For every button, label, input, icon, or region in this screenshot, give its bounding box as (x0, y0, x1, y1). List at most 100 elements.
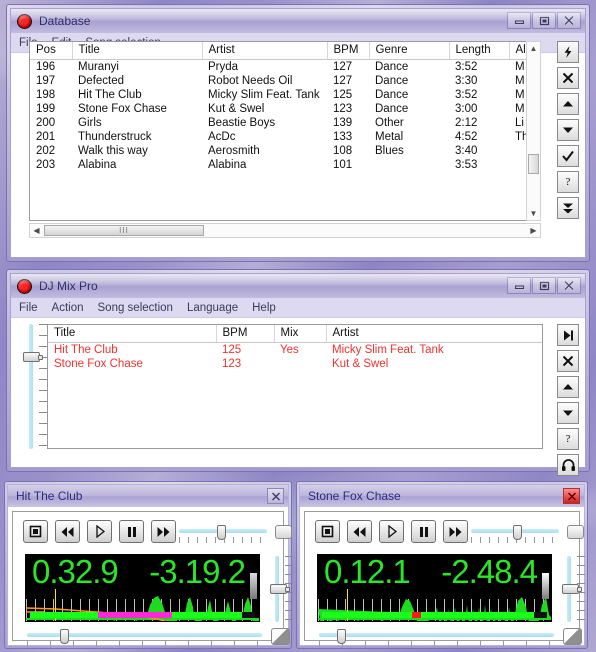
player1-transport[interactable] (23, 520, 176, 543)
scroll-up-icon[interactable]: ▲ (527, 42, 540, 55)
player2-titlebar[interactable]: Stone Fox Chase (300, 485, 584, 507)
scrollbar-thumb[interactable] (528, 154, 539, 174)
scroll-down-icon[interactable]: ▼ (527, 207, 540, 220)
player1-loop-button[interactable] (271, 628, 290, 645)
play-button[interactable] (379, 520, 404, 543)
table-row[interactable]: Hit The Club 125 Yes Micky Slim Feat. Ta… (48, 343, 542, 358)
scroll-left-icon[interactable]: ◀ (30, 224, 43, 237)
player1-pitch-slider[interactable] (179, 524, 267, 544)
arrow-down-icon[interactable] (557, 119, 579, 141)
player2-transport[interactable] (315, 520, 468, 543)
slider-thumb[interactable] (23, 352, 43, 362)
table-row[interactable]: 200 Girls Beastie Boys 139 Other 2:12 Li (30, 116, 540, 130)
waveform-scroll-nub[interactable] (250, 573, 257, 599)
mix-menubar[interactable]: File Action Song selection Language Help (11, 298, 585, 318)
database-window[interactable]: Database File Edit Song selection (6, 4, 590, 262)
menu-file[interactable]: File (19, 302, 38, 314)
stop-button[interactable] (23, 520, 48, 543)
col-bpm[interactable]: BPM (216, 325, 275, 343)
fast-forward-button[interactable] (151, 520, 176, 543)
table-row[interactable]: 203 Alabina Alabina 101 3:53 (30, 158, 540, 172)
table-row[interactable]: Stone Fox Chase 123 Kut & Swel (48, 357, 542, 371)
close-button[interactable] (557, 277, 581, 294)
close-x-icon[interactable] (557, 67, 579, 89)
pause-button[interactable] (119, 520, 144, 543)
close-x-icon[interactable] (557, 350, 579, 372)
fast-forward-button[interactable] (443, 520, 468, 543)
player2-pitch-slider[interactable] (471, 524, 559, 544)
player1-progress-bar[interactable] (30, 612, 255, 618)
slider-thumb[interactable] (337, 629, 346, 644)
col-bpm[interactable]: BPM (327, 42, 370, 60)
database-toolbar[interactable]: ? (557, 41, 579, 219)
close-button[interactable] (557, 12, 581, 29)
mix-caption-buttons[interactable] (507, 277, 581, 294)
close-button[interactable] (563, 488, 580, 504)
stop-button[interactable] (315, 520, 340, 543)
database-caption-buttons[interactable] (507, 12, 581, 29)
scroll-right-icon[interactable]: ▶ (527, 224, 540, 237)
question-icon[interactable]: ? (557, 428, 579, 450)
pause-button[interactable] (411, 520, 436, 543)
mix-crossfade-slider[interactable] (23, 324, 47, 449)
close-button[interactable] (267, 488, 284, 504)
minimize-button[interactable] (507, 12, 531, 29)
player2-position-slider[interactable] (319, 628, 554, 648)
headphones-icon[interactable] (557, 454, 579, 476)
col-artist[interactable]: Artist (202, 42, 328, 60)
player-window-2[interactable]: Stone Fox Chase 0.12.1 -2.48.4 (296, 481, 588, 649)
rewind-button[interactable] (347, 520, 372, 543)
col-artist[interactable]: Artist (326, 325, 542, 343)
slider-thumb[interactable] (217, 525, 226, 540)
database-titlebar[interactable]: Database (11, 9, 585, 33)
question-icon[interactable]: ? (557, 171, 579, 193)
col-length[interactable]: Length (449, 42, 510, 60)
database-table[interactable]: Pos Title Artist BPM Genre Length Al 196… (29, 41, 541, 221)
player1-titlebar[interactable]: Hit The Club (8, 485, 288, 507)
waveform-scroll-nub[interactable] (542, 573, 549, 599)
skip-next-icon[interactable] (557, 324, 579, 346)
database-vertical-scrollbar[interactable]: ▲ ▼ (526, 41, 541, 221)
arrow-up-icon[interactable] (557, 93, 579, 115)
player2-volume-slider[interactable] (559, 556, 585, 622)
menu-help[interactable]: Help (252, 302, 276, 314)
player1-position-slider[interactable] (27, 628, 262, 648)
player2-loop-button[interactable] (563, 628, 582, 645)
mix-titlebar[interactable]: DJ Mix Pro (11, 274, 585, 298)
maximize-button[interactable] (532, 277, 556, 294)
slider-thumb[interactable] (562, 584, 582, 594)
player2-progress-bar[interactable] (322, 612, 547, 618)
slider-thumb[interactable] (60, 629, 69, 644)
minimize-button[interactable] (507, 277, 531, 294)
table-row[interactable]: 197 Defected Robot Needs Oil 127 Dance 3… (30, 74, 540, 88)
player1-pitch-reset-button[interactable] (275, 525, 292, 539)
menu-song-selection[interactable]: Song selection (98, 302, 173, 314)
table-row[interactable]: 199 Stone Fox Chase Kut & Swel 123 Dance… (30, 102, 540, 116)
scrollbar-thumb[interactable]: III (44, 225, 204, 236)
check-icon[interactable] (557, 145, 579, 167)
table-row[interactable]: 198 Hit The Club Micky Slim Feat. Tank 1… (30, 88, 540, 102)
slider-thumb[interactable] (513, 525, 522, 540)
player2-pitch-reset-button[interactable] (567, 525, 584, 539)
maximize-button[interactable] (532, 12, 556, 29)
col-title[interactable]: Title (48, 325, 217, 343)
player1-volume-slider[interactable] (267, 556, 293, 622)
table-row[interactable]: 196 Muranyi Pryda 127 Dance 3:52 M (30, 60, 540, 75)
col-genre[interactable]: Genre (369, 42, 450, 60)
play-button[interactable] (87, 520, 112, 543)
lightning-icon[interactable] (557, 41, 579, 63)
col-mix[interactable]: Mix (274, 325, 327, 343)
slider-thumb[interactable] (270, 584, 290, 594)
player1-waveform[interactable]: 0.32.9 -3.19.2 (25, 554, 260, 622)
double-down-icon[interactable] (557, 197, 579, 219)
table-row[interactable]: 201 Thunderstruck AcDc 133 Metal 4:52 Th (30, 130, 540, 144)
database-horizontal-scrollbar[interactable]: ◀ III ▶ (29, 223, 541, 238)
player2-waveform[interactable]: 0.12.1 -2.48.4 (317, 554, 552, 622)
arrow-up-icon[interactable] (557, 376, 579, 398)
dj-mix-pro-window[interactable]: DJ Mix Pro File Action Song selection La… (6, 269, 590, 476)
table-row[interactable]: 202 Walk this way Aerosmith 108 Blues 3:… (30, 144, 540, 158)
menu-language[interactable]: Language (187, 302, 238, 314)
mix-toolbar[interactable]: ? (557, 324, 579, 476)
col-pos[interactable]: Pos (30, 42, 73, 60)
menu-action[interactable]: Action (52, 302, 84, 314)
